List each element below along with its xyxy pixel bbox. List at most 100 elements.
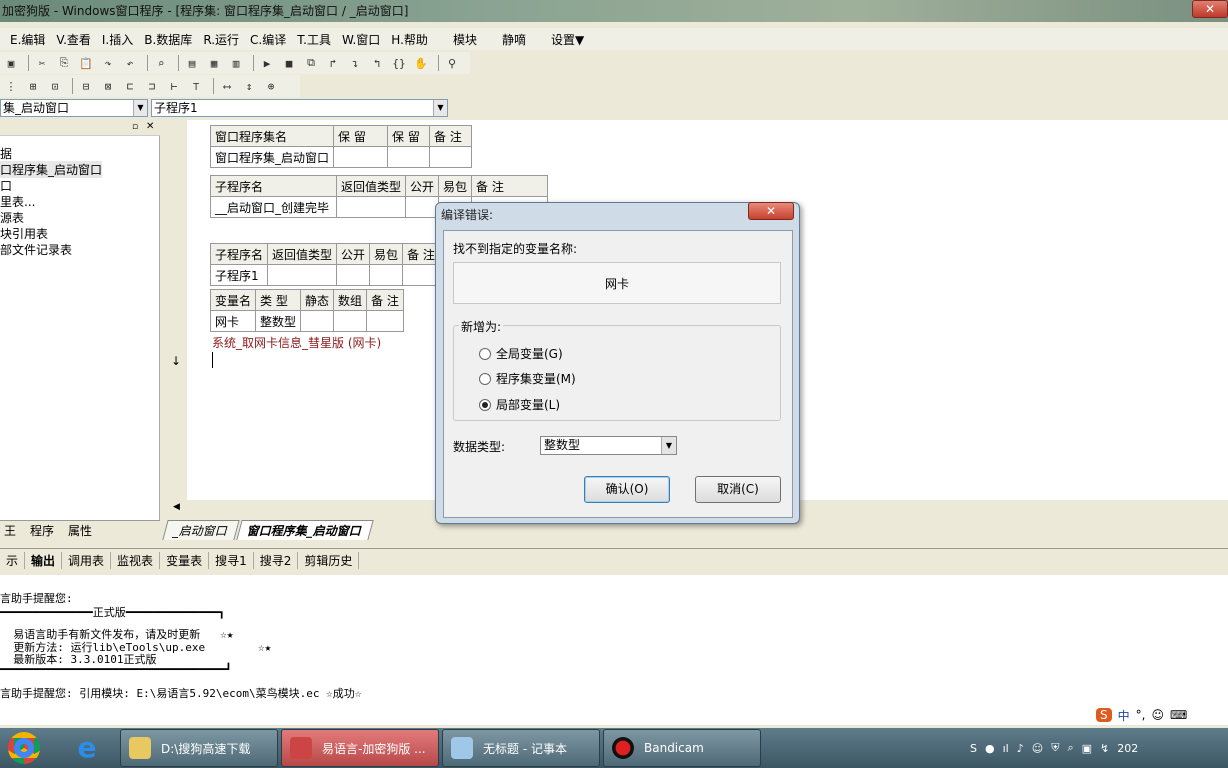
menu-view[interactable]: V.查看 [52, 31, 94, 48]
align-icon[interactable]: ⊟ [77, 77, 95, 95]
table-cell[interactable] [429, 146, 473, 168]
tab-variables[interactable]: 变量表 [160, 552, 210, 569]
step-out-icon[interactable]: ↰ [368, 54, 386, 72]
layout2-icon[interactable]: ▦ [205, 54, 223, 72]
braces-icon[interactable]: {} [390, 54, 408, 72]
undo-icon[interactable]: ↶ [121, 54, 139, 72]
tab-watch[interactable]: 监视表 [111, 552, 161, 569]
tab-start-window[interactable]: _启动窗口 [162, 520, 240, 540]
menu-database[interactable]: B.数据库 [140, 31, 196, 48]
radio-global[interactable]: 全局变量(G) [479, 345, 563, 362]
close-icon[interactable]: ✕ [146, 121, 154, 132]
punct-icon[interactable]: °, [1136, 708, 1146, 722]
tree-node[interactable]: 源表 [0, 209, 24, 226]
step-icon[interactable]: ⧉ [302, 54, 320, 72]
table-cell[interactable] [335, 196, 407, 218]
table-cell[interactable] [402, 264, 440, 286]
radio-local[interactable]: 局部变量(L) [479, 396, 560, 413]
align-icon[interactable]: ⊏ [121, 77, 139, 95]
ok-button[interactable]: 确认(O) [584, 476, 670, 503]
resize-icon[interactable]: ⟷ [218, 77, 236, 95]
menu-run[interactable]: R.运行 [199, 31, 243, 48]
output-console[interactable]: 言助手提醒您: ━━━━━━━━━━━━━━正式版━━━━━━━━━━━━━━┓… [0, 575, 1228, 725]
signal-icon[interactable]: ıl [1003, 742, 1009, 755]
tab-output[interactable]: 输出 [25, 552, 63, 569]
tree-node[interactable]: 口 [0, 177, 12, 194]
taskbar-eyuyan[interactable]: 易语言-加密狗版 ... [281, 729, 439, 767]
redo-icon[interactable]: ↷ [99, 54, 117, 72]
copy-icon[interactable]: ⎘ [55, 54, 73, 72]
menu-tools[interactable]: T.工具 [293, 31, 335, 48]
tree-node[interactable]: 部文件记录表 [0, 241, 72, 258]
taskbar-bandicam[interactable]: Bandicam [603, 729, 761, 767]
align-icon[interactable]: ⊐ [143, 77, 161, 95]
menu-help[interactable]: H.帮助 [387, 31, 432, 48]
code-line[interactable]: 系统_取网卡信息_彗星版 (网卡) [212, 334, 381, 351]
window-close-button[interactable]: ✕ [1192, 0, 1228, 18]
table-cell[interactable]: __启动窗口_创建完毕 [210, 196, 337, 218]
tab-search2[interactable]: 搜寻2 [254, 552, 299, 569]
align-icon[interactable]: ⊠ [99, 77, 117, 95]
paste-icon[interactable]: 📋 [77, 54, 95, 72]
tab-call-stack[interactable]: 调用表 [62, 552, 112, 569]
cancel-button[interactable]: 取消(C) [695, 476, 781, 503]
center-icon[interactable]: ⊕ [262, 77, 280, 95]
assembly-select[interactable]: 集_启动窗口 ▼ [0, 99, 148, 117]
menu-settings[interactable]: 设置▼ [547, 31, 588, 48]
tab-search1[interactable]: 搜寻1 [209, 552, 254, 569]
pin-icon[interactable]: ▫ [132, 122, 138, 132]
table-cell[interactable] [333, 310, 368, 332]
menu-compile[interactable]: C.编译 [246, 31, 290, 48]
network-icon[interactable]: ▣ [1082, 742, 1092, 755]
run-icon[interactable]: ▶ [258, 54, 276, 72]
volume-icon[interactable]: ♪ [1017, 742, 1024, 755]
tab-properties[interactable]: 属性 [64, 522, 96, 539]
radio-assembly[interactable]: 程序集变量(M) [479, 370, 576, 387]
emoji-icon[interactable]: ☺ [1151, 708, 1164, 722]
step-over-icon[interactable]: ↴ [346, 54, 364, 72]
align-icon[interactable]: ⊤ [187, 77, 205, 95]
find-icon[interactable]: ⌕ [152, 54, 170, 72]
table-cell[interactable] [267, 264, 338, 286]
clock[interactable]: 202 [1117, 742, 1138, 755]
scroll-left-icon[interactable]: ◀ [173, 502, 180, 512]
table-cell[interactable] [300, 310, 335, 332]
tab-clip-history[interactable]: 剪辑历史 [298, 552, 360, 569]
tree-node[interactable]: 据 [0, 145, 12, 162]
tab-program[interactable]: 程序 [26, 522, 58, 539]
ie-icon[interactable]: e [70, 731, 104, 765]
cut-icon[interactable]: ✂ [33, 54, 51, 72]
tree-node[interactable]: 块引用表 [0, 225, 48, 242]
ime-mode[interactable]: 中 [1118, 707, 1130, 724]
align-icon[interactable]: ⋮ [2, 77, 20, 95]
align-icon[interactable]: ⊡ [46, 77, 64, 95]
resize-icon[interactable]: ↕ [240, 77, 258, 95]
dialog-close-button[interactable]: ✕ [748, 202, 794, 220]
tree-node[interactable]: 里表... [0, 193, 35, 210]
table-cell[interactable] [333, 146, 389, 168]
table-cell[interactable]: 窗口程序集_启动窗口 [209, 146, 335, 168]
menu-module[interactable]: 模块 [449, 31, 481, 48]
menu-static[interactable]: 静嘀 [498, 31, 530, 48]
tab-support[interactable]: 王 [0, 522, 20, 539]
chrome-icon[interactable] [8, 732, 40, 764]
usb-icon[interactable]: ↯ [1100, 742, 1109, 755]
table-cell[interactable]: 整数型 [255, 310, 302, 332]
table-cell[interactable]: 网卡 [209, 310, 257, 332]
taskbar-notepad[interactable]: 无标题 - 记事本 [442, 729, 600, 767]
keyboard-icon[interactable]: ⌨ [1170, 708, 1187, 722]
search-icon[interactable]: ⌕ [1067, 741, 1073, 755]
stop-icon[interactable]: ■ [280, 54, 298, 72]
table-cell[interactable] [366, 310, 404, 332]
record-tray-icon[interactable]: ● [985, 742, 995, 755]
align-icon[interactable]: ⊞ [24, 77, 42, 95]
table-cell[interactable] [387, 146, 431, 168]
menu-insert[interactable]: I.插入 [98, 31, 137, 48]
save-icon[interactable]: ▣ [2, 54, 20, 72]
hand-icon[interactable]: ✋ [412, 54, 430, 72]
datatype-select[interactable]: 整数型 ▼ [540, 436, 677, 455]
sogou-tray-icon[interactable]: S [970, 742, 977, 755]
qq-icon[interactable]: ☺ [1032, 742, 1043, 755]
layout1-icon[interactable]: ▤ [183, 54, 201, 72]
shield-icon[interactable]: ⛨ [1051, 741, 1059, 755]
